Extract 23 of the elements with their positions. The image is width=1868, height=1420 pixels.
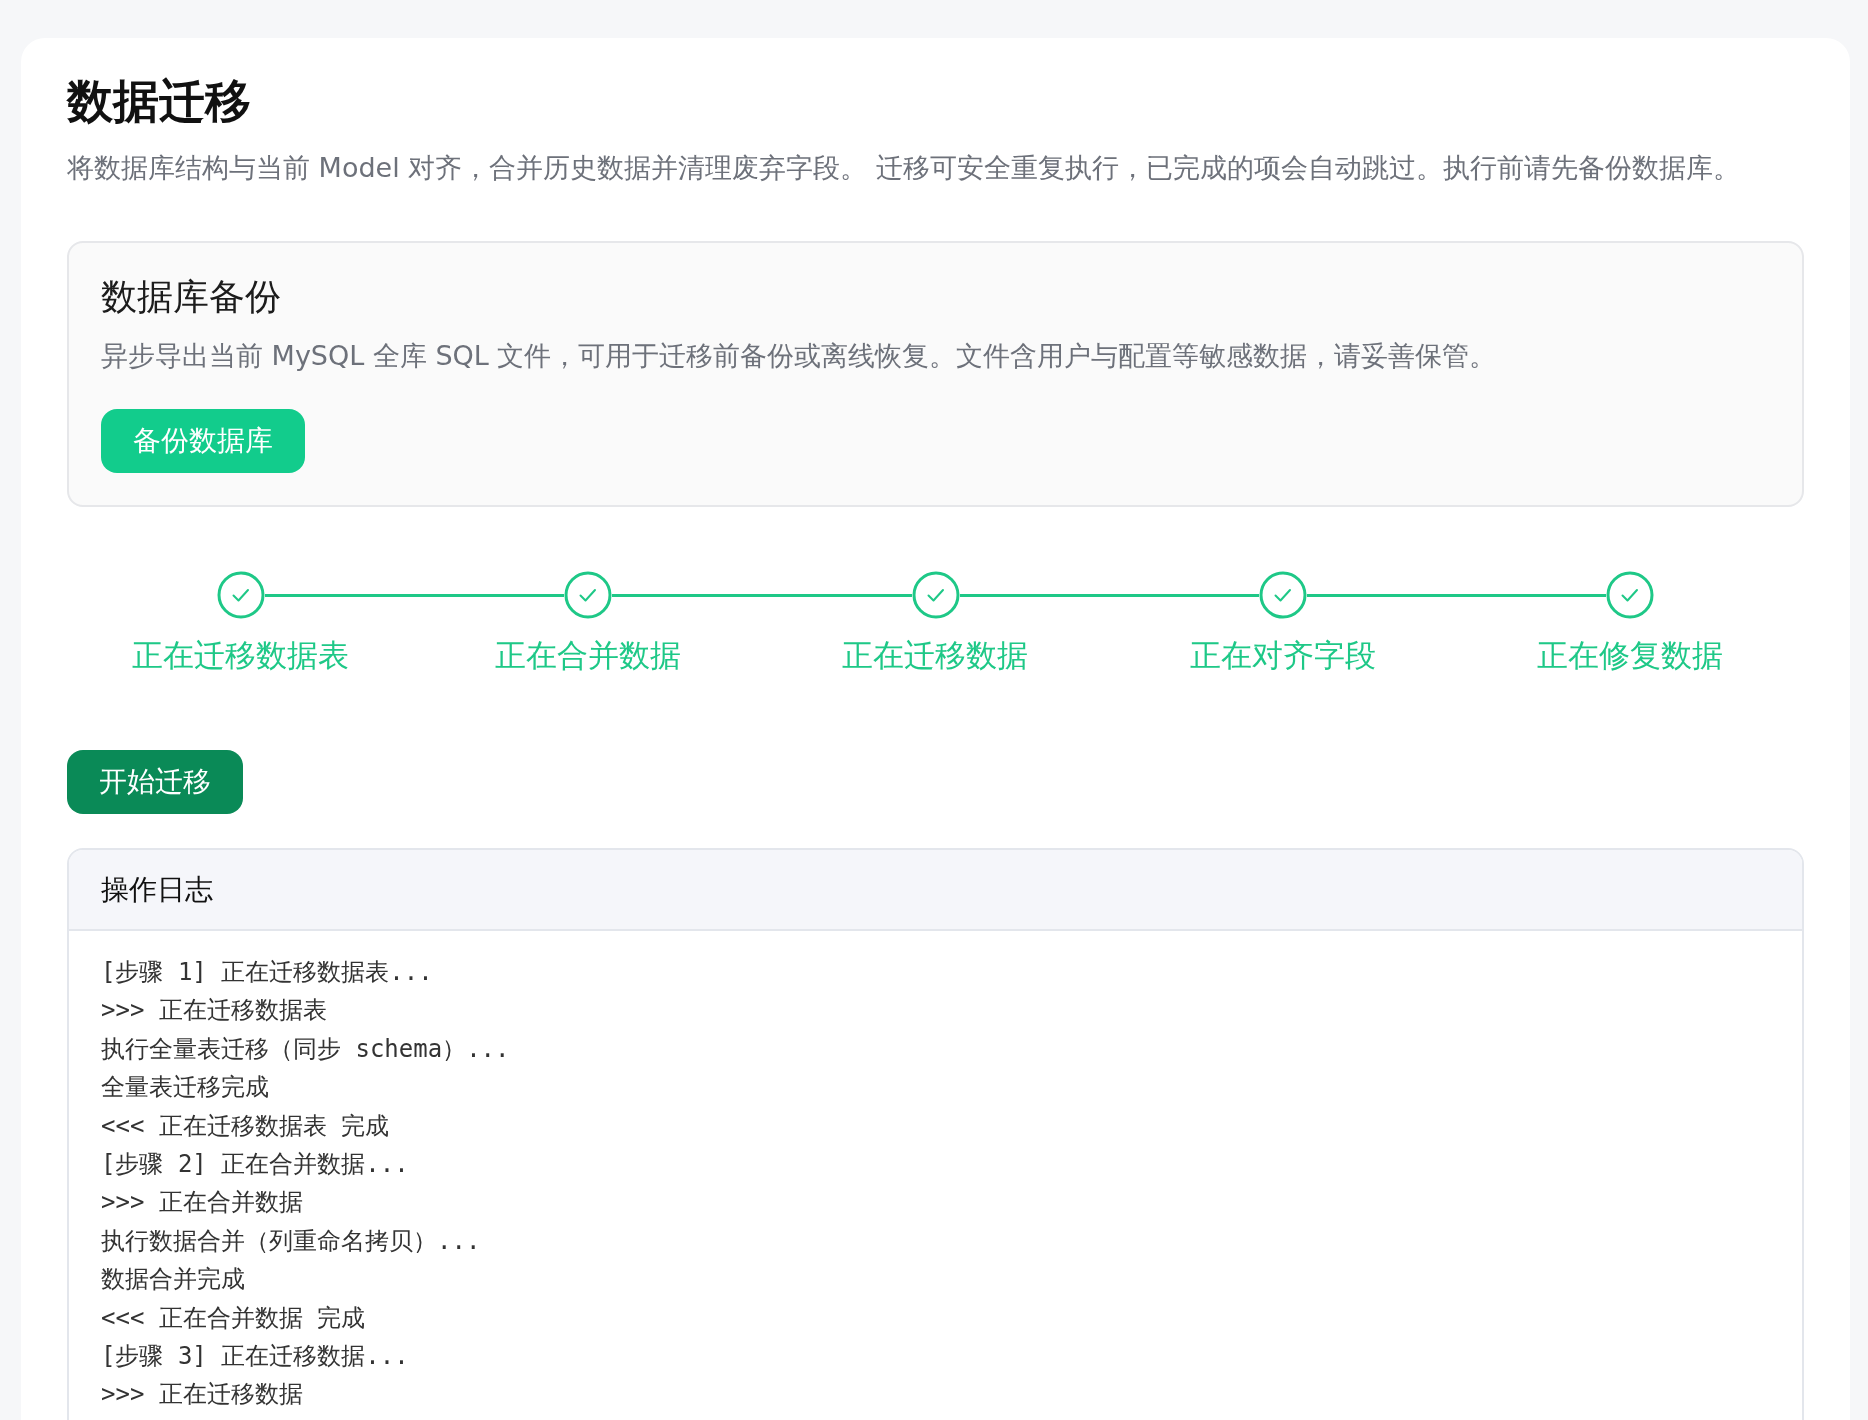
log-line: 执行全量表迁移（同步 schema）... — [101, 1033, 511, 1065]
log-line: <<< 正在迁移数据表 完成 — [101, 1110, 391, 1142]
step-label: 正在修复数据 — [1537, 636, 1724, 675]
page-title: 数据迁移 — [67, 73, 252, 130]
log-line: >>> 正在迁移数据 — [101, 1379, 304, 1411]
log-line: 执行数据合并（列重命名拷贝）... — [101, 1225, 482, 1257]
log-line: 数据合并完成 — [101, 1264, 246, 1296]
log-line: [步骤 2] 正在合并数据... — [101, 1149, 410, 1181]
backup-card-description: 异步导出当前 MySQL 全库 SQL 文件，可用于迁移前备份或离线恢复。文件含用户与配置等敏感数据，请妥善保管。 — [101, 339, 1498, 373]
log-line: [步骤 3] 正在迁移数据... — [101, 1341, 410, 1373]
page-description: 将数据库结构与当前 Model 对齐，合并历史数据并清理废弃字段。 迁移可安全重复执行，已完成的项会自动跳过。执行前请先备份数据库。 — [67, 151, 1741, 185]
log-title: 操作日志 — [69, 850, 1802, 931]
backup-card-title: 数据库备份 — [101, 275, 282, 319]
log-line: >>> 正在迁移数据表 — [101, 995, 328, 1027]
log-line: [步骤 1] 正在迁移数据表... — [101, 957, 434, 988]
log-line: 全量表迁移完成 — [101, 1072, 270, 1104]
step-label: 正在迁移数据表 — [132, 636, 350, 675]
step-label: 正在对齐字段 — [1189, 636, 1376, 675]
start-migration-button[interactable]: 开始迁移 — [67, 750, 243, 814]
step-label: 正在迁移数据 — [842, 636, 1029, 675]
step-label: 正在合并数据 — [495, 636, 682, 675]
log-line: <<< 正在合并数据 完成 — [101, 1302, 367, 1334]
log-line: >>> 正在合并数据 — [101, 1187, 304, 1219]
